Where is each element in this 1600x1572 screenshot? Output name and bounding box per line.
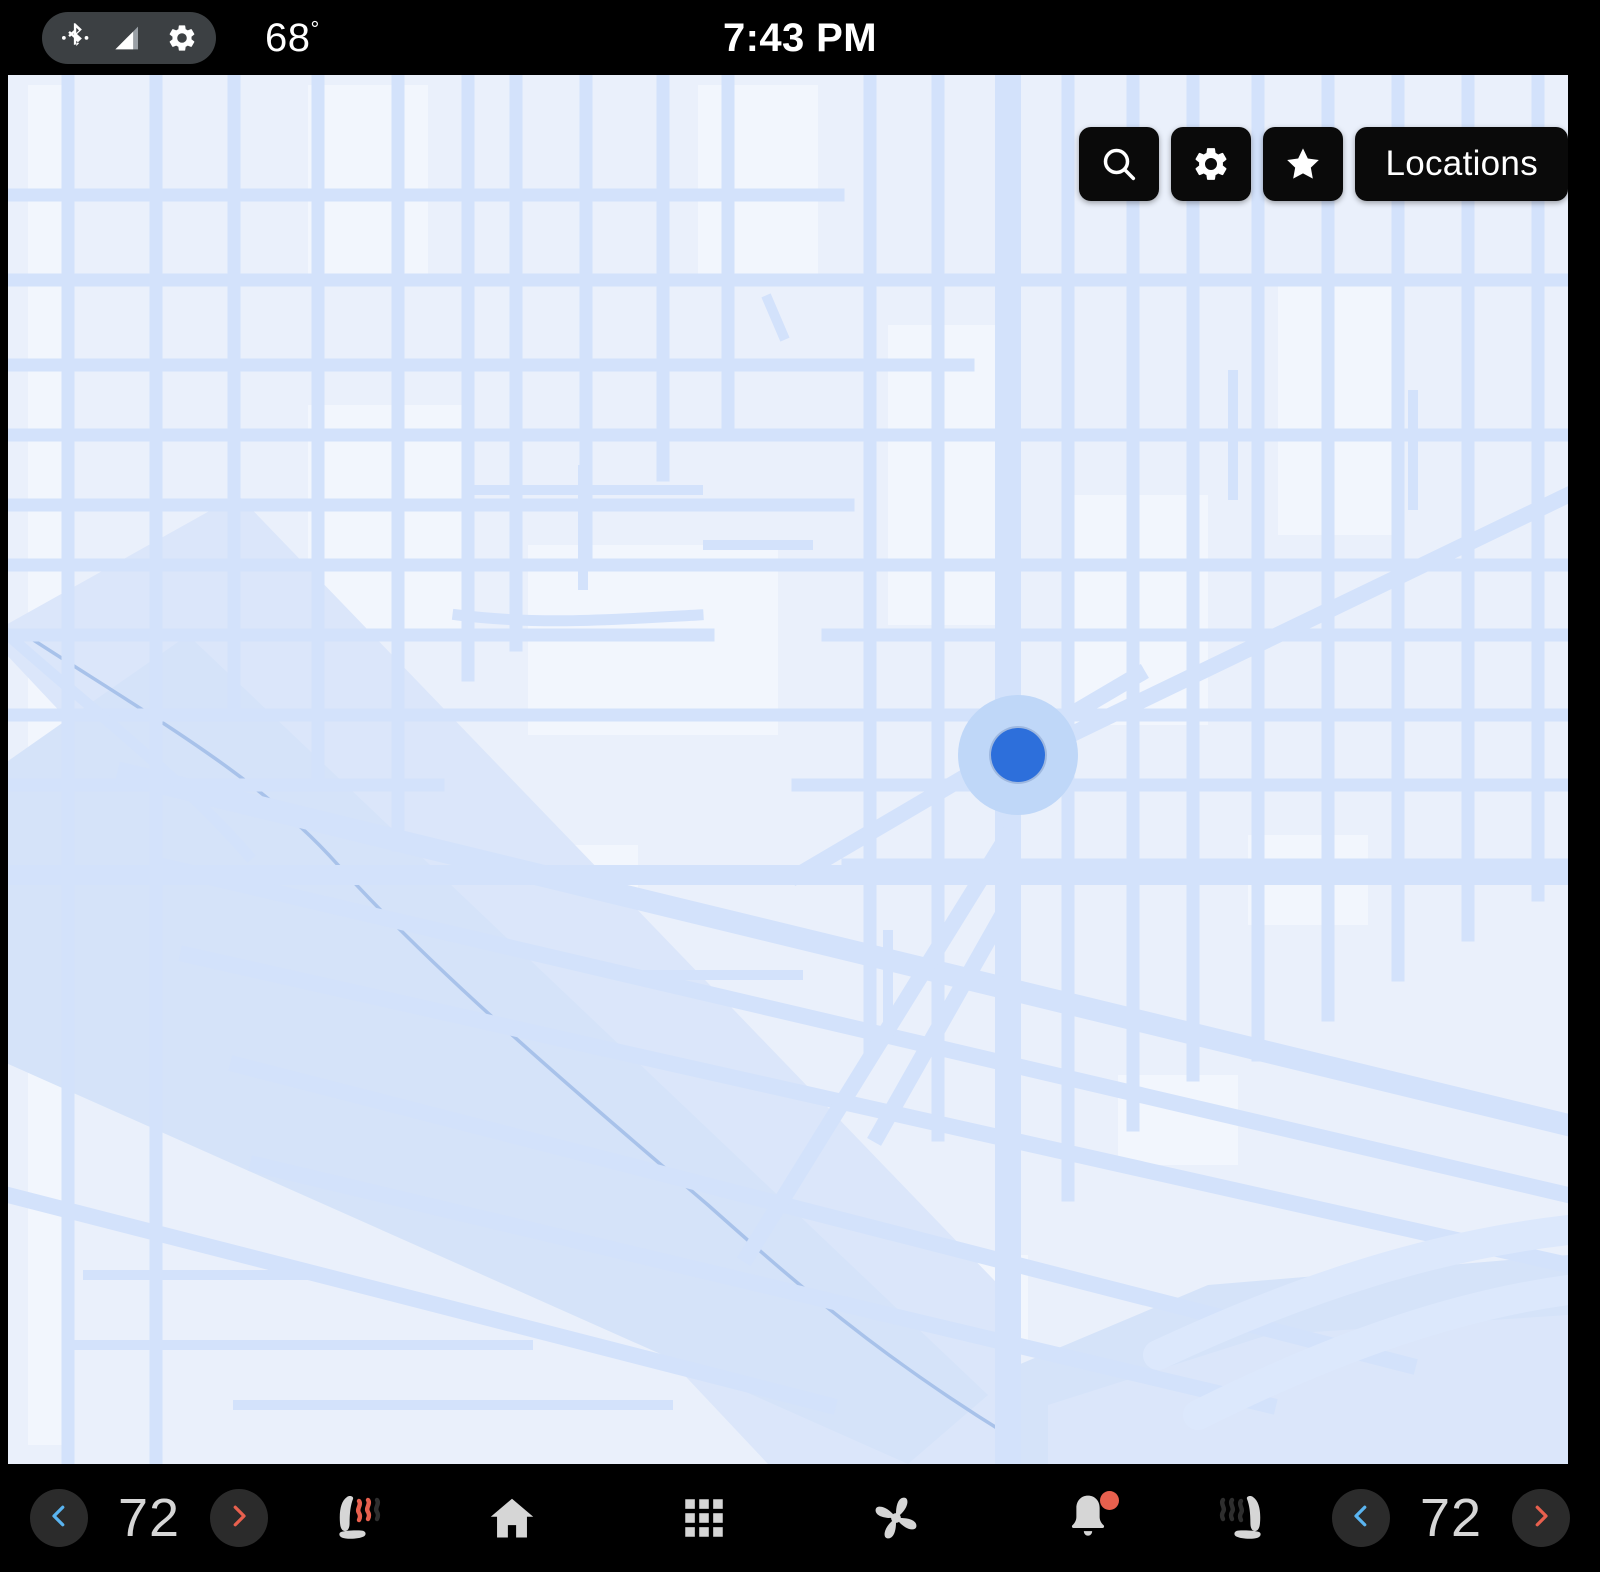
seat-heater-icon: [321, 1485, 391, 1552]
home-button[interactable]: [475, 1481, 549, 1555]
star-icon: [1283, 144, 1323, 184]
car-infotainment-screen: Locations 68° 7:43 PM 72 72: [0, 0, 1600, 1572]
grid-apps-icon: [679, 1493, 729, 1543]
gear-icon: [1191, 144, 1231, 184]
seat-heater-icon: [1209, 1485, 1279, 1552]
driver-climate-group: 72: [30, 1489, 268, 1547]
map-controls-group: Locations: [1079, 127, 1568, 201]
climate-button[interactable]: [859, 1481, 933, 1555]
locations-button[interactable]: Locations: [1355, 127, 1568, 201]
passenger-climate-group: 72: [1332, 1489, 1570, 1547]
favorites-button[interactable]: [1263, 127, 1344, 201]
locations-button-label: Locations: [1385, 144, 1538, 183]
apps-button[interactable]: [667, 1481, 741, 1555]
notification-badge: [1100, 1491, 1119, 1510]
passenger-temp-increase-button[interactable]: [1512, 1489, 1570, 1547]
driver-seat-heater-button[interactable]: [316, 1483, 396, 1553]
passenger-temp-decrease-button[interactable]: [1332, 1489, 1390, 1547]
chevron-left-icon: [1346, 1501, 1376, 1536]
primary-nav: [396, 1481, 1204, 1555]
chevron-left-icon: [44, 1501, 74, 1536]
driver-temperature-value: 72: [117, 1488, 181, 1548]
map-canvas[interactable]: [8, 75, 1568, 1464]
notifications-button[interactable]: [1051, 1481, 1125, 1555]
map-graphic: [8, 75, 1568, 1464]
chevron-right-icon: [224, 1501, 254, 1536]
passenger-temperature-value: 72: [1419, 1488, 1483, 1548]
driver-temp-increase-button[interactable]: [210, 1489, 268, 1547]
search-icon: [1099, 144, 1139, 184]
clock: 7:43 PM: [723, 16, 877, 60]
status-bar: 68° 7:43 PM: [0, 0, 1600, 75]
fan-icon: [868, 1490, 924, 1546]
climate-and-nav-bar: 72 72: [0, 1464, 1600, 1572]
chevron-right-icon: [1526, 1501, 1556, 1536]
home-icon: [486, 1492, 538, 1544]
search-button[interactable]: [1079, 127, 1160, 201]
map-settings-button[interactable]: [1171, 127, 1252, 201]
passenger-seat-heater-button[interactable]: [1204, 1483, 1284, 1553]
driver-temp-decrease-button[interactable]: [30, 1489, 88, 1547]
